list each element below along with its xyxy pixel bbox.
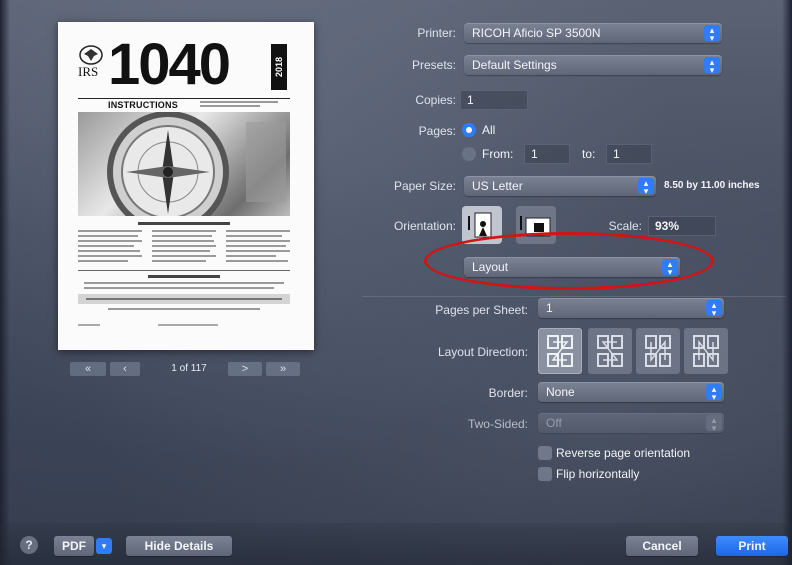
pages-all-label: All [482, 123, 496, 137]
irs-logo-text: IRS [78, 64, 99, 79]
border-value: None [546, 385, 575, 399]
layout-direction-reverse-z-button[interactable] [588, 328, 632, 374]
pdf-button[interactable]: PDF [54, 536, 94, 556]
page-indicator: 1 of 117 [171, 363, 207, 374]
header-rule [78, 98, 290, 99]
previous-page-button[interactable]: ‹ [110, 362, 140, 376]
pages-from-field[interactable]: 1 [524, 144, 570, 164]
window-edge-left [0, 0, 10, 565]
flip-horizontally-checkbox[interactable] [538, 467, 552, 481]
printer-label: Printer: [417, 26, 456, 40]
paper-size-value: US Letter [472, 179, 523, 193]
window-edge-right [782, 0, 792, 565]
subtitle-lines [200, 101, 278, 107]
last-page-button[interactable]: » [266, 362, 300, 376]
layout-reverse-z-icon [597, 335, 623, 367]
print-button[interactable]: Print [716, 536, 788, 556]
reverse-orientation-checkbox[interactable] [538, 446, 552, 460]
document-body-text [78, 222, 290, 326]
chevron-updown-icon: ▴ ▾ [704, 57, 720, 75]
compass-image [78, 112, 290, 216]
paper-dimensions: 8.50 by 11.00 inches [664, 180, 760, 191]
copies-label: Copies: [415, 93, 456, 107]
orientation-label: Orientation: [393, 219, 456, 233]
two-sided-select: Off ▴ ▾ [538, 413, 724, 433]
border-label: Border: [488, 386, 528, 400]
presets-label: Presets: [411, 58, 456, 72]
page-navigation: « ‹ 1 of 117 > » [70, 362, 300, 376]
pages-all-radio[interactable] [462, 123, 476, 137]
layout-reverse-n-icon [693, 335, 719, 367]
first-page-button[interactable]: « [70, 362, 106, 376]
hide-details-button[interactable]: Hide Details [126, 536, 232, 556]
scale-field[interactable]: 93% [648, 216, 716, 236]
pages-from-label: From: [482, 147, 514, 161]
printer-value: RICOH Aficio SP 3500N [472, 26, 601, 40]
next-page-button[interactable]: > [228, 362, 262, 376]
two-sided-value: Off [546, 416, 562, 430]
copies-field[interactable]: 1 [460, 90, 528, 110]
two-sided-label: Two-Sided: [467, 417, 528, 431]
layout-n-icon [645, 335, 671, 367]
irs-eagle-icon [79, 45, 103, 65]
paper-size-label: Paper Size: [393, 179, 456, 193]
chevron-updown-icon: ▴ ▾ [706, 384, 722, 402]
print-dialog: IRS 1040 2018 INSTRUCTIONS « ‹ 1 of 117 … [0, 0, 792, 565]
pages-per-sheet-label: Pages per Sheet: [435, 303, 528, 317]
layout-direction-label: Layout Direction: [437, 345, 528, 359]
layout-z-icon [547, 335, 573, 367]
section-divider [362, 296, 786, 297]
paper-size-select[interactable]: US Letter ▴ ▾ [464, 176, 656, 196]
chevron-updown-icon: ▴ ▾ [704, 25, 720, 43]
pages-label: Pages: [418, 124, 456, 138]
cancel-button[interactable]: Cancel [626, 536, 698, 556]
border-select[interactable]: None ▴ ▾ [538, 382, 724, 402]
flip-horizontally-label: Flip horizontally [556, 467, 640, 481]
chevron-updown-icon: ▴ ▾ [706, 300, 722, 318]
chevron-updown-icon: ▴ ▾ [706, 415, 722, 433]
help-button[interactable]: ? [20, 536, 38, 554]
chevron-updown-icon: ▴ ▾ [638, 178, 654, 196]
reverse-orientation-label: Reverse page orientation [556, 446, 691, 460]
print-preview-page: IRS 1040 2018 INSTRUCTIONS [58, 22, 314, 350]
pages-to-label: to: [582, 147, 596, 161]
printer-select[interactable]: RICOH Aficio SP 3500N ▴ ▾ [464, 23, 722, 43]
layout-direction-z-button[interactable] [538, 328, 582, 374]
pages-to-field[interactable]: 1 [606, 144, 652, 164]
scale-label: Scale: [608, 219, 642, 233]
presets-select[interactable]: Default Settings ▴ ▾ [464, 55, 722, 75]
highlight-ellipse [424, 232, 714, 290]
form-number: 1040 [108, 32, 231, 97]
pages-per-sheet-select[interactable]: 1 ▴ ▾ [538, 298, 724, 318]
layout-direction-n-button[interactable] [636, 328, 680, 374]
chevron-down-icon[interactable]: ▾ [96, 538, 112, 554]
pages-per-sheet-value: 1 [546, 301, 553, 315]
form-year: 2018 [271, 44, 287, 90]
pages-range-radio[interactable] [462, 147, 476, 161]
presets-value: Default Settings [472, 58, 557, 72]
layout-direction-reverse-n-button[interactable] [684, 328, 728, 374]
instructions-title: INSTRUCTIONS [108, 100, 178, 110]
